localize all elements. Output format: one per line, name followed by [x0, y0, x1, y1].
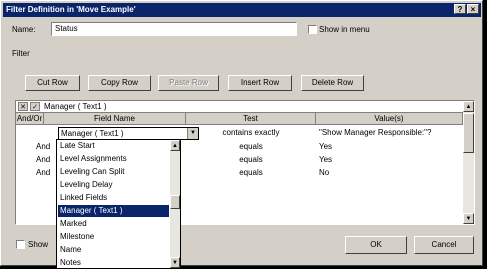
value-cell[interactable]: Yes: [319, 141, 332, 153]
scroll-up-icon[interactable]: ▲: [170, 140, 180, 151]
test-cell[interactable]: equals: [186, 167, 316, 179]
dropdown-item-selected[interactable]: Manager ( Text1 ): [58, 205, 169, 217]
column-header-andor: And/Or: [16, 113, 44, 125]
delete-row-button[interactable]: Delete Row: [301, 75, 364, 91]
test-cell[interactable]: contains exactly: [186, 127, 316, 139]
filter-label: Filter: [12, 49, 30, 58]
close-button[interactable]: ×: [467, 4, 479, 14]
scroll-up-icon[interactable]: ▲: [463, 101, 474, 112]
field-name-combo-value: Manager ( Text1 ): [61, 129, 124, 138]
value-cell[interactable]: Yes: [319, 154, 332, 166]
test-cell[interactable]: equals: [186, 154, 316, 166]
dropdown-item[interactable]: Notes: [58, 257, 169, 268]
ok-button[interactable]: OK: [345, 236, 407, 254]
andor-cell[interactable]: And: [36, 141, 50, 153]
help-button[interactable]: ?: [454, 4, 466, 14]
dropdown-item[interactable]: Late Start: [58, 140, 169, 152]
entry-bar-value[interactable]: Manager ( Text1 ): [44, 101, 107, 112]
scroll-thumb[interactable]: [463, 113, 474, 153]
dropdown-item[interactable]: Name: [58, 244, 169, 256]
show-in-menu-checkbox[interactable]: [308, 25, 317, 34]
name-label: Name:: [12, 25, 36, 34]
entry-bar: ✕ ✓ Manager ( Text1 ): [16, 101, 474, 113]
test-cell[interactable]: equals: [186, 141, 316, 153]
column-header-test: Test: [186, 113, 316, 125]
copy-row-button[interactable]: Copy Row: [88, 75, 151, 91]
dropdown-item[interactable]: Linked Fields: [58, 192, 169, 204]
scroll-down-icon[interactable]: ▼: [170, 257, 180, 268]
dropdown-scrollbar[interactable]: ▲ ▼: [170, 140, 180, 268]
dropdown-item[interactable]: Level Assignments: [58, 153, 169, 165]
paste-row-button[interactable]: Paste Row: [158, 75, 219, 91]
column-header-values: Value(s): [316, 113, 463, 125]
scroll-thumb[interactable]: [170, 195, 180, 209]
dropdown-item[interactable]: Marked: [58, 218, 169, 230]
window-title: Filter Definition in 'Move Example': [6, 5, 136, 14]
insert-row-button[interactable]: Insert Row: [228, 75, 292, 91]
cancel-button[interactable]: Cancel: [414, 236, 474, 254]
andor-cell[interactable]: And: [36, 167, 50, 179]
title-bar: Filter Definition in 'Move Example': [3, 3, 481, 17]
cancel-entry-icon[interactable]: ✕: [18, 102, 28, 111]
dropdown-item[interactable]: Milestone: [58, 231, 169, 243]
show-in-menu-label: Show in menu: [319, 25, 370, 34]
dropdown-item[interactable]: Leveling Delay: [58, 179, 169, 191]
cut-row-button[interactable]: Cut Row: [25, 75, 80, 91]
grid-scrollbar[interactable]: ▲ ▼: [463, 101, 474, 224]
dropdown-item[interactable]: Leveling Can Split: [58, 166, 169, 178]
andor-cell[interactable]: And: [36, 154, 50, 166]
show-related-checkbox[interactable]: [16, 240, 25, 249]
field-name-dropdown-list[interactable]: Late Start Level Assignments Leveling Ca…: [56, 139, 181, 269]
column-header-field-name: Field Name: [44, 113, 186, 125]
name-input[interactable]: Status: [51, 22, 297, 36]
show-related-label: Show: [28, 240, 49, 249]
accept-entry-icon[interactable]: ✓: [30, 102, 40, 111]
value-cell[interactable]: "Show Manager Responsible:"?: [319, 127, 431, 139]
value-cell[interactable]: No: [319, 167, 329, 179]
scroll-down-icon[interactable]: ▼: [463, 213, 474, 224]
